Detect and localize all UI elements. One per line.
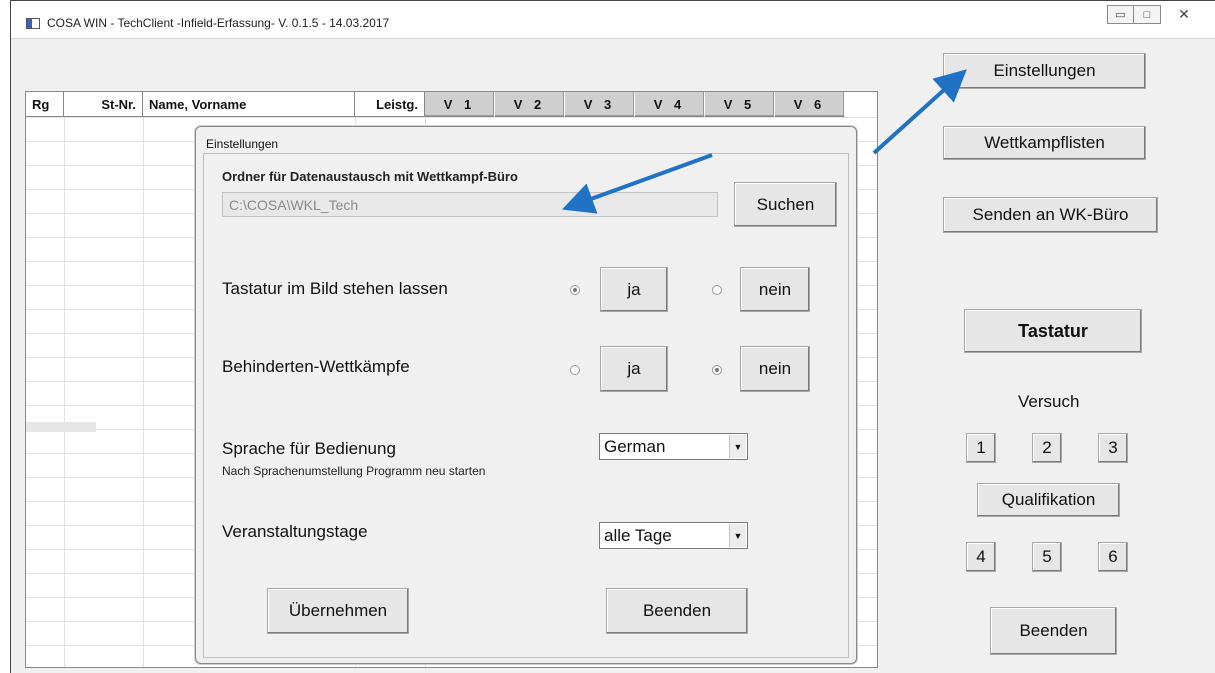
arrow-to-einstellungen <box>872 69 967 155</box>
annotation-arrows <box>561 69 967 214</box>
arrow-to-folder-path <box>561 153 713 214</box>
